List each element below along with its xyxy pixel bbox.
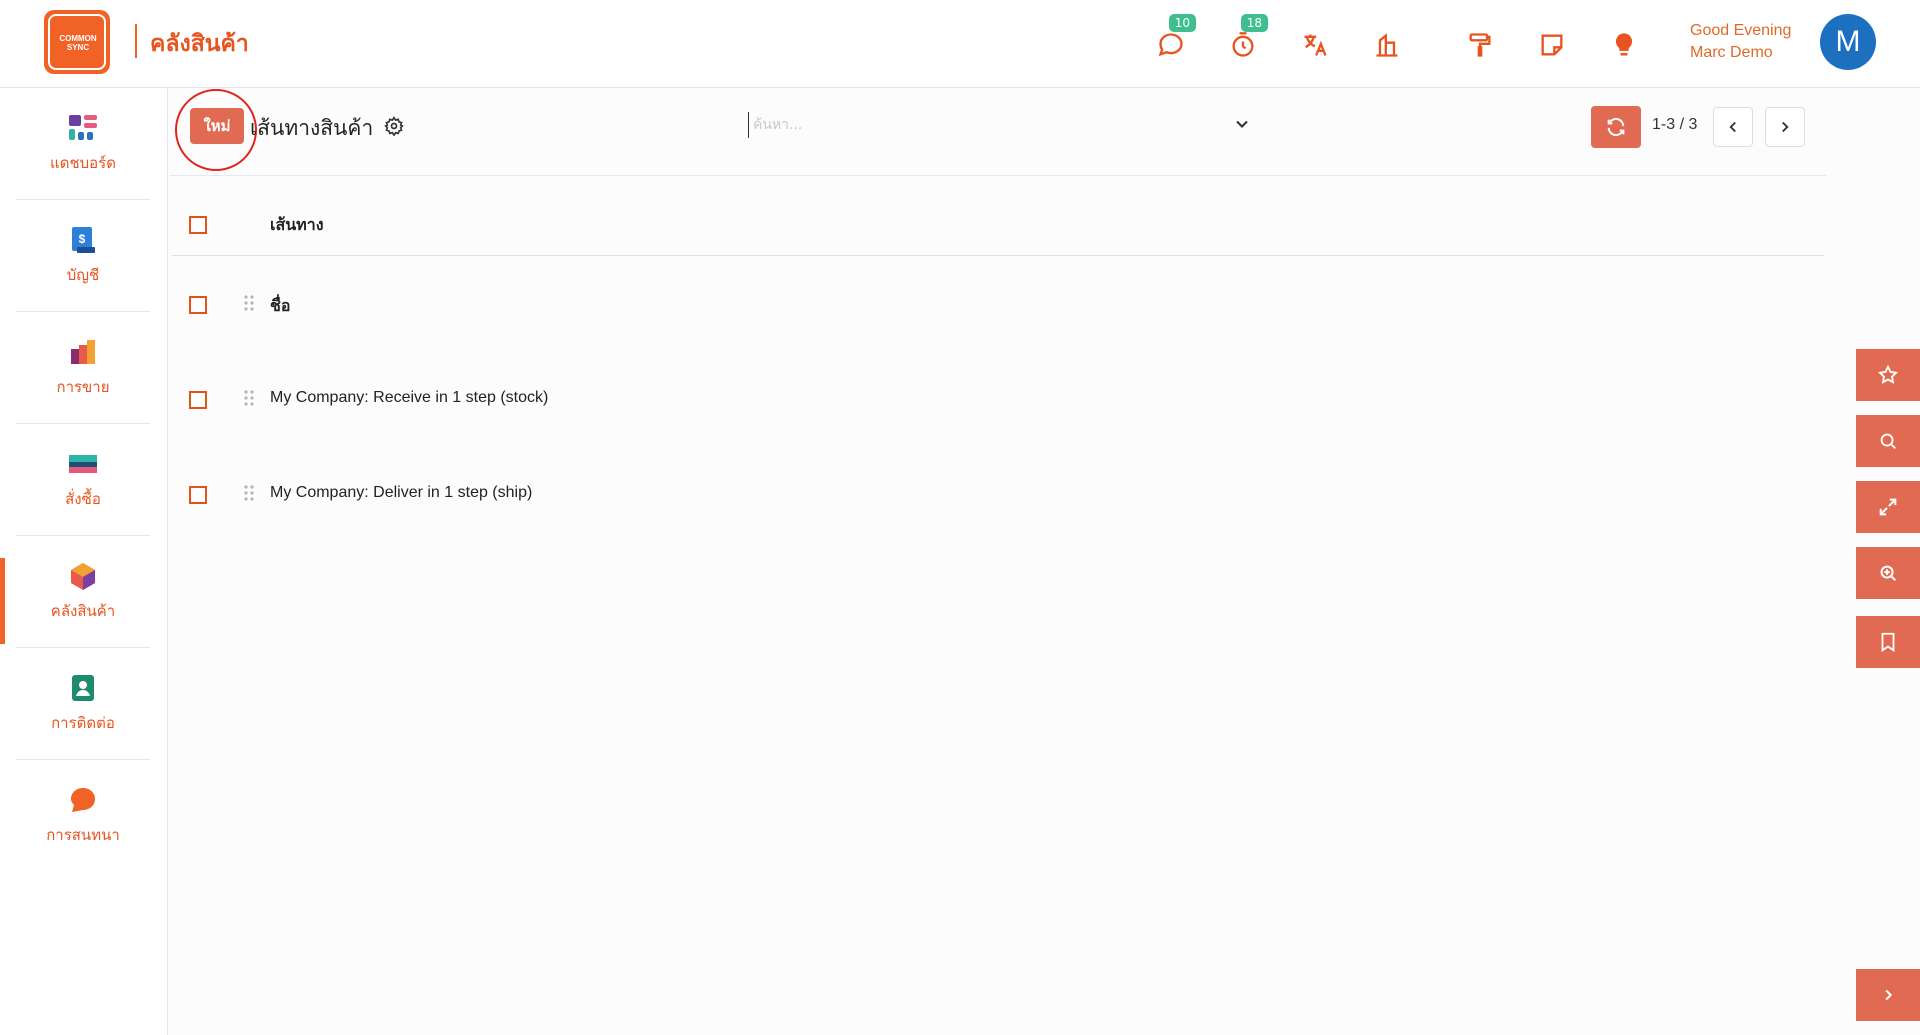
zoom-button[interactable] bbox=[1856, 547, 1920, 599]
row-name-cell: My Company: Receive in 1 step (stock) bbox=[270, 389, 549, 406]
row-checkbox[interactable] bbox=[189, 391, 207, 409]
contacts-icon bbox=[72, 674, 94, 701]
list-table: เส้นทาง ชื่อ My Company: Receive in 1 st… bbox=[172, 176, 1824, 541]
expand-icon bbox=[1879, 498, 1897, 516]
pager-next-button[interactable] bbox=[1765, 107, 1805, 147]
favorite-button[interactable] bbox=[1856, 349, 1920, 401]
translate-icon[interactable] bbox=[1298, 28, 1332, 62]
svg-text:$: $ bbox=[79, 232, 86, 246]
sidebar-item-label: สั่งซื้อ bbox=[65, 489, 101, 508]
sidebar-item-dashboard[interactable]: แดชบอร์ด bbox=[16, 88, 150, 200]
fullscreen-button[interactable] bbox=[1856, 481, 1920, 533]
pager-previous-button[interactable] bbox=[1713, 107, 1753, 147]
sidebar-item-sales[interactable]: การขาย bbox=[16, 312, 150, 424]
lightbulb-icon[interactable] bbox=[1607, 28, 1641, 62]
timer-icon[interactable]: 18 bbox=[1226, 14, 1268, 62]
drag-handle-icon[interactable] bbox=[243, 294, 255, 312]
drag-handle-icon[interactable] bbox=[243, 389, 255, 407]
sidebar-item-accounting[interactable]: $ บัญชี bbox=[16, 200, 150, 312]
sidebar-item-label: แดชบอร์ด bbox=[50, 153, 116, 172]
bookmark-button[interactable] bbox=[1856, 616, 1920, 668]
chat-badge: 10 bbox=[1168, 14, 1196, 32]
sidebar: แดชบอร์ด $ บัญชี การขาย สั่งซื้อ คลังสิน… bbox=[0, 88, 168, 1035]
row-checkbox[interactable] bbox=[189, 296, 207, 314]
sidebar-item-label: คลังสินค้า bbox=[50, 601, 116, 620]
dashboard-icon bbox=[69, 114, 97, 140]
search-icon bbox=[1880, 433, 1896, 449]
sales-icon bbox=[71, 339, 95, 364]
avatar[interactable]: M bbox=[1820, 14, 1876, 70]
timer-badge: 18 bbox=[1240, 14, 1268, 32]
star-icon bbox=[1877, 364, 1899, 384]
drag-handle-icon[interactable] bbox=[243, 484, 255, 502]
row-name-cell: ชื่อ bbox=[270, 296, 291, 315]
quick-search-button[interactable] bbox=[1856, 415, 1920, 467]
greeting-text: Good Evening bbox=[1690, 22, 1792, 39]
sidebar-item-label: การติดต่อ bbox=[51, 713, 115, 732]
sidebar-item-contacts[interactable]: การติดต่อ bbox=[16, 648, 150, 760]
search-bar bbox=[748, 112, 1248, 140]
table-row[interactable]: My Company: Receive in 1 step (stock) bbox=[172, 351, 1824, 446]
chat-icon[interactable]: 10 bbox=[1154, 14, 1196, 62]
chevron-right-icon bbox=[1782, 121, 1789, 133]
row-checkbox[interactable] bbox=[189, 486, 207, 504]
page-title: เส้นทางสินค้า bbox=[250, 116, 374, 140]
table-header-row: เส้นทาง bbox=[172, 176, 1824, 256]
sidebar-item-discuss[interactable]: การสนทนา bbox=[16, 760, 150, 872]
row-name-cell: My Company: Deliver in 1 step (ship) bbox=[270, 484, 533, 501]
brand-logo-text: COMMON SYNC bbox=[59, 34, 97, 52]
purchase-icon bbox=[69, 454, 97, 473]
discuss-icon bbox=[71, 788, 95, 812]
chevron-left-icon bbox=[1729, 121, 1736, 133]
sidebar-item-inventory[interactable]: คลังสินค้า bbox=[16, 536, 150, 648]
sidebar-active-indicator bbox=[0, 558, 5, 644]
user-greeting: Good Evening Marc Demo bbox=[1690, 20, 1791, 64]
user-name[interactable]: Marc Demo bbox=[1690, 42, 1791, 64]
refresh-button[interactable] bbox=[1591, 106, 1641, 148]
module-title[interactable]: คลังสินค้า bbox=[150, 26, 249, 62]
expand-panel-button[interactable] bbox=[1856, 969, 1920, 1021]
column-header-route[interactable]: เส้นทาง bbox=[270, 213, 324, 238]
highlight-circle bbox=[175, 89, 257, 171]
top-navbar: COMMON SYNC คลังสินค้า 10 18 Good Evenin… bbox=[0, 0, 1920, 88]
brand-logo[interactable]: COMMON SYNC bbox=[44, 10, 110, 74]
accounting-icon: $ bbox=[72, 226, 95, 253]
sidebar-item-label: บัญชี bbox=[66, 265, 100, 284]
sidebar-item-label: การขาย bbox=[56, 377, 110, 396]
refresh-icon bbox=[1607, 117, 1625, 137]
chevron-right-icon bbox=[1885, 989, 1893, 1001]
zoom-in-icon bbox=[1880, 565, 1897, 582]
company-icon[interactable] bbox=[1370, 28, 1404, 62]
search-input[interactable] bbox=[748, 112, 1218, 138]
table-row[interactable]: My Company: Deliver in 1 step (ship) bbox=[172, 446, 1824, 541]
brand-separator bbox=[135, 24, 137, 58]
inventory-icon bbox=[71, 562, 95, 590]
pager-value[interactable]: 1-3 / 3 bbox=[1652, 116, 1697, 134]
table-row[interactable]: ชื่อ bbox=[172, 256, 1824, 351]
chevron-down-icon[interactable] bbox=[1232, 114, 1252, 134]
bookmark-icon bbox=[1881, 632, 1895, 652]
select-all-checkbox[interactable] bbox=[189, 216, 207, 234]
sidebar-item-label: การสนทนา bbox=[46, 826, 120, 844]
sidebar-item-purchase[interactable]: สั่งซื้อ bbox=[16, 424, 150, 536]
paint-roller-icon[interactable] bbox=[1463, 28, 1497, 62]
note-icon[interactable] bbox=[1535, 28, 1569, 62]
gear-icon[interactable] bbox=[384, 116, 404, 136]
